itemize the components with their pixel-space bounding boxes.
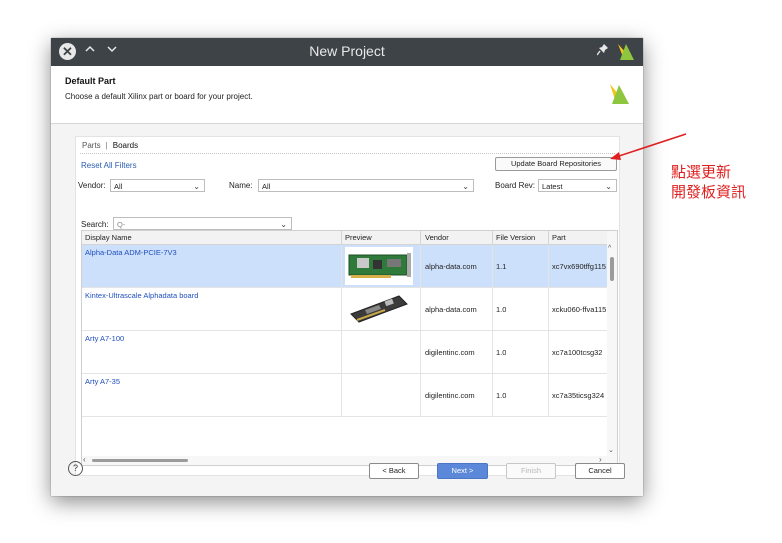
annotation-arrow-icon [610, 133, 687, 160]
annotation-line-2: 開發板資訊 [671, 184, 747, 201]
annotation-line-1: 點選更新 [671, 164, 732, 181]
annotation-note: 點選更新 開發板資訊 [671, 163, 746, 203]
